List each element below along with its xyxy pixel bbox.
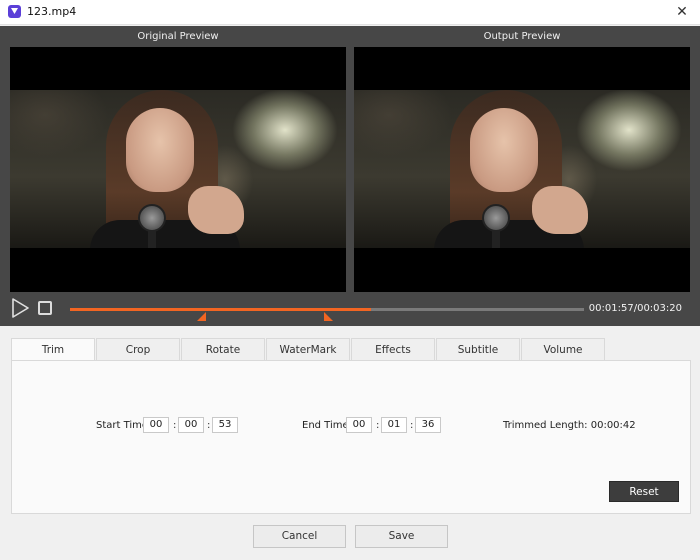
window-title: 123.mp4: [27, 5, 77, 18]
tab-rotate[interactable]: Rotate: [181, 338, 265, 360]
start-seconds-input[interactable]: 53: [212, 417, 238, 433]
tab-volume[interactable]: Volume: [521, 338, 605, 360]
output-preview-label: Output Preview: [483, 31, 561, 42]
window-titlebar: 123.mp4 ✕: [0, 0, 700, 25]
output-video-preview: [354, 47, 690, 292]
app-logo-icon: [8, 5, 21, 18]
preview-area: Original Preview Output Preview 00:01:57…: [0, 26, 700, 326]
tab-effects[interactable]: Effects: [351, 338, 435, 360]
end-hours-input[interactable]: 00: [346, 417, 372, 433]
edit-tabs: Trim Crop Rotate WaterMark Effects Subti…: [11, 338, 691, 361]
video-frame: [354, 90, 690, 248]
time-separator: :: [376, 420, 380, 431]
tab-crop[interactable]: Crop: [96, 338, 180, 360]
time-separator: :: [173, 420, 177, 431]
end-time-label: End Time:: [302, 420, 353, 431]
play-icon[interactable]: [10, 298, 30, 318]
reset-button[interactable]: Reset: [609, 481, 679, 502]
start-hours-input[interactable]: 00: [143, 417, 169, 433]
end-minutes-input[interactable]: 01: [381, 417, 407, 433]
tab-trim[interactable]: Trim: [11, 338, 95, 361]
tab-watermark[interactable]: WaterMark: [266, 338, 350, 360]
start-minutes-input[interactable]: 00: [178, 417, 204, 433]
trim-end-handle[interactable]: [324, 312, 334, 321]
time-separator: :: [410, 420, 414, 431]
close-icon[interactable]: ✕: [670, 0, 694, 24]
save-button[interactable]: Save: [355, 525, 448, 548]
video-frame: [10, 90, 346, 248]
cancel-button[interactable]: Cancel: [253, 525, 346, 548]
trim-panel: [11, 360, 691, 514]
progress-slider[interactable]: [70, 308, 584, 311]
stop-icon[interactable]: [38, 301, 52, 315]
end-seconds-input[interactable]: 36: [415, 417, 441, 433]
original-video-preview: [10, 47, 346, 292]
timecode: 00:01:57/00:03:20: [588, 303, 682, 314]
dialog-footer: Cancel Save: [0, 515, 700, 560]
tab-subtitle[interactable]: Subtitle: [436, 338, 520, 360]
progress-fill: [70, 308, 371, 311]
original-preview-label: Original Preview: [137, 31, 219, 42]
trim-start-handle[interactable]: [197, 312, 207, 321]
trimmed-length: Trimmed Length: 00:00:42: [503, 420, 636, 431]
time-separator: :: [207, 420, 211, 431]
